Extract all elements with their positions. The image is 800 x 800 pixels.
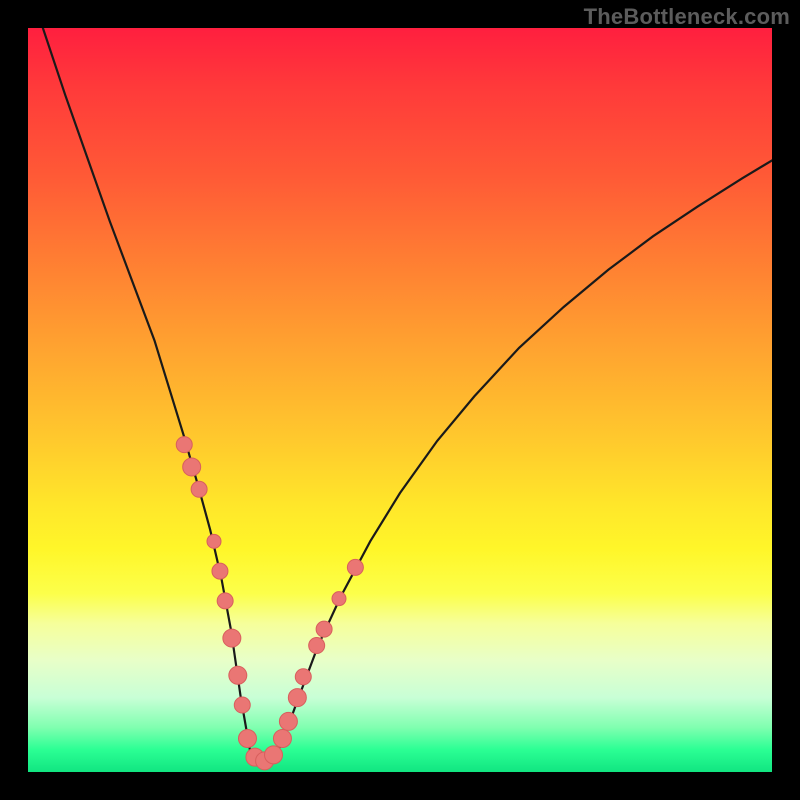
- data-point: [229, 666, 247, 684]
- chart-svg: [28, 28, 772, 772]
- data-point: [332, 592, 346, 606]
- data-point: [347, 559, 363, 575]
- data-points-group: [176, 437, 363, 770]
- data-point: [279, 712, 297, 730]
- bottleneck-curve: [43, 28, 772, 761]
- data-point: [288, 689, 306, 707]
- data-point: [183, 458, 201, 476]
- data-point: [265, 746, 283, 764]
- data-point: [238, 730, 256, 748]
- data-point: [309, 638, 325, 654]
- chart-plot-area: [28, 28, 772, 772]
- data-point: [234, 697, 250, 713]
- data-point: [217, 593, 233, 609]
- watermark-text: TheBottleneck.com: [584, 4, 790, 30]
- data-point: [316, 621, 332, 637]
- data-point: [223, 629, 241, 647]
- data-point: [191, 481, 207, 497]
- data-point: [273, 730, 291, 748]
- data-point: [295, 669, 311, 685]
- data-point: [207, 534, 221, 548]
- data-point: [176, 437, 192, 453]
- data-point: [212, 563, 228, 579]
